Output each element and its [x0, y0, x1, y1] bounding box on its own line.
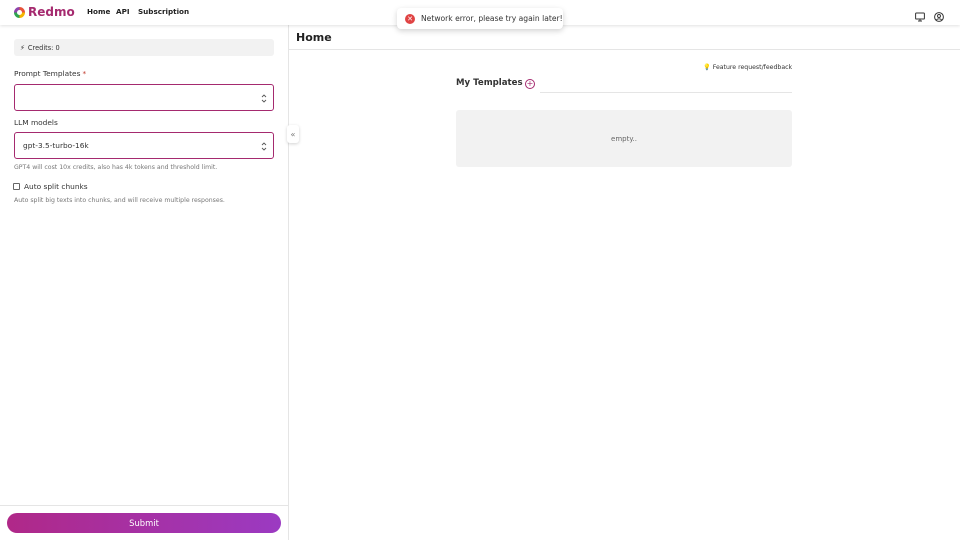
llm-models-hint: GPT4 will cost 10x credits, also has 4k …: [14, 164, 218, 171]
auto-split-label[interactable]: Auto split chunks: [24, 182, 88, 191]
page-title: Home: [296, 31, 332, 44]
brand-logo-icon: [14, 6, 25, 18]
brand[interactable]: Redmo: [14, 5, 75, 19]
submit-button[interactable]: Submit: [7, 513, 281, 533]
auto-split-hint: Auto split big texts into chunks, and wi…: [14, 197, 225, 204]
error-x-icon: ✕: [405, 13, 415, 24]
required-marker: *: [82, 69, 87, 78]
llm-models-label: LLM models: [14, 118, 58, 127]
main-header: Home: [289, 25, 960, 50]
lightbulb-icon: 💡: [703, 64, 711, 71]
my-templates-title: My Templates: [456, 78, 523, 88]
auto-split-row: Auto split chunks: [13, 182, 88, 191]
nav-link-subscription[interactable]: Subscription: [138, 7, 189, 16]
select-updown-icon: [261, 142, 267, 151]
toast-message: Network error, please try again later!: [421, 14, 563, 23]
user-account-icon[interactable]: [934, 7, 944, 22]
prompt-templates-select[interactable]: [14, 84, 274, 111]
nav-link-home[interactable]: Home: [87, 7, 110, 16]
nav-link-api[interactable]: API: [116, 7, 130, 16]
templates-empty-state: empty..: [456, 110, 792, 167]
llm-models-select[interactable]: gpt-3.5-turbo-16k: [14, 132, 274, 159]
credits-text: Credits: 0: [27, 43, 60, 52]
llm-models-value: gpt-3.5-turbo-16k: [23, 141, 89, 150]
feedback-text: Feature request/feedback: [712, 63, 793, 71]
templates-divider: [540, 92, 792, 93]
credits-badge: ⚡ Credits: 0: [14, 39, 274, 56]
auto-split-checkbox[interactable]: [13, 183, 20, 190]
prompt-templates-label: Prompt Templates *: [14, 69, 86, 78]
lightning-icon: ⚡: [20, 43, 25, 52]
prompt-templates-label-text: Prompt Templates: [14, 69, 81, 78]
left-panel: ⚡ Credits: 0 Prompt Templates * LLM model…: [0, 25, 289, 540]
empty-text: empty..: [611, 134, 637, 143]
brand-name: Redmo: [28, 5, 75, 19]
error-toast: ✕ Network error, please try again later!: [397, 8, 563, 29]
double-chevron-left-icon: «: [290, 129, 296, 139]
select-updown-icon: [261, 94, 267, 103]
monitor-icon[interactable]: [915, 7, 925, 22]
left-divider: [0, 505, 289, 506]
add-template-icon[interactable]: +: [525, 79, 535, 89]
feedback-link[interactable]: 💡 Feature request/feedback: [703, 63, 793, 72]
collapse-sidebar-button[interactable]: «: [287, 125, 299, 143]
